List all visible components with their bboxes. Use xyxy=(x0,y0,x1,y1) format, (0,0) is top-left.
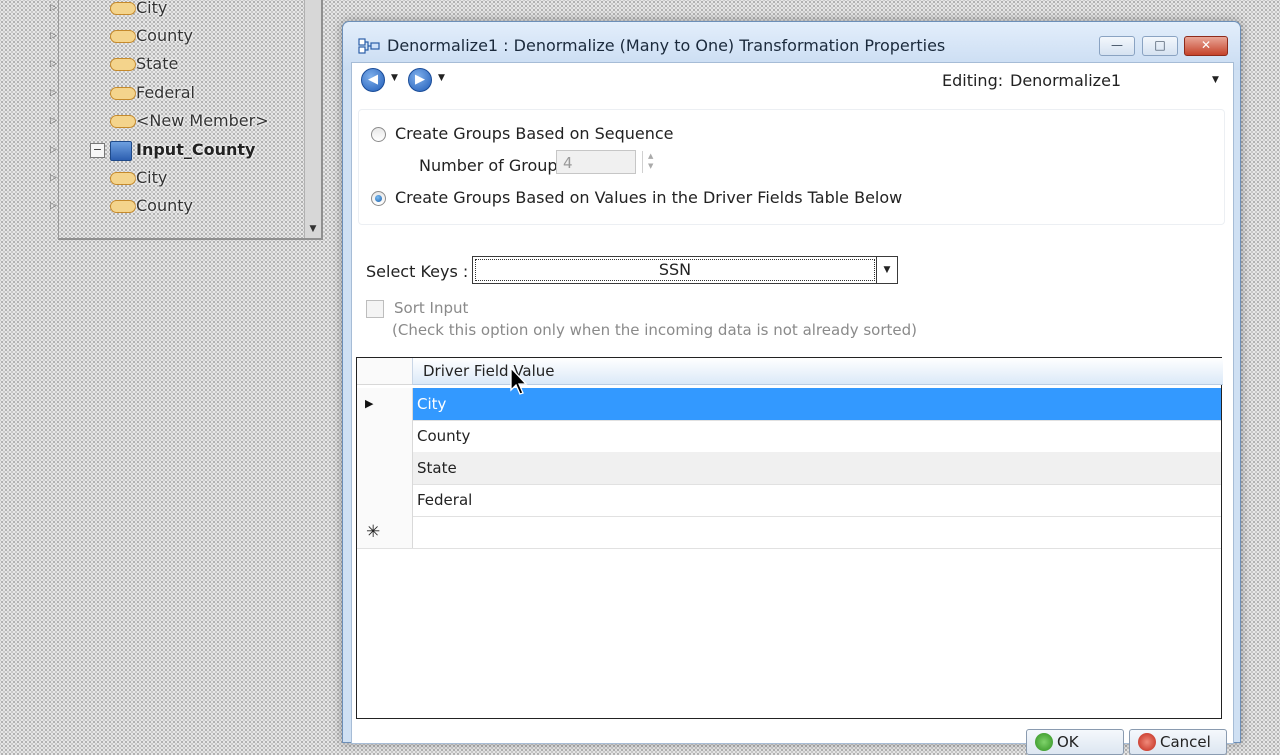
table-row[interactable]: State xyxy=(357,452,1221,485)
tree-item-label: <New Member> xyxy=(136,111,269,130)
radio-label-sequence: Create Groups Based on Sequence xyxy=(395,124,674,143)
sort-input-checkbox[interactable] xyxy=(366,300,384,318)
cell-text: City xyxy=(417,395,447,413)
maximize-button[interactable]: □ xyxy=(1142,36,1178,56)
driver-fields-grid[interactable]: Driver Field Value ▶ City County State F… xyxy=(356,357,1223,719)
tree-item-federal[interactable]: ▷ Federal xyxy=(0,81,320,105)
field-icon xyxy=(110,30,136,43)
row-header[interactable]: ▶ xyxy=(357,388,413,420)
select-keys-dropdown[interactable]: SSN ▼ xyxy=(472,256,898,284)
sort-input-label: Sort Input xyxy=(394,299,469,317)
collapse-toggle-icon[interactable]: − xyxy=(90,143,105,158)
expand-arrow-icon[interactable]: ▷ xyxy=(50,115,62,127)
number-of-groups-spinner[interactable]: ▲ ▼ xyxy=(642,151,662,173)
minimize-button[interactable]: — xyxy=(1099,36,1135,56)
row-header[interactable] xyxy=(357,420,413,452)
new-row-icon: ✳ xyxy=(366,522,381,542)
table-cell[interactable]: City xyxy=(413,388,1221,420)
radio-group-by-values[interactable] xyxy=(371,191,386,206)
editing-label: Editing: xyxy=(942,71,1004,90)
expand-arrow-icon[interactable]: ▷ xyxy=(50,58,62,70)
table-row[interactable]: ▶ City xyxy=(357,388,1221,421)
cell-text: State xyxy=(417,459,457,477)
tree-item-new-member[interactable]: ▷ <New Member> xyxy=(0,109,320,133)
expand-arrow-icon[interactable]: ▷ xyxy=(50,144,62,156)
scroll-down-arrow-icon[interactable]: ▼ xyxy=(305,222,321,236)
close-button[interactable]: ✕ xyxy=(1184,36,1228,56)
tree-item-input-county[interactable]: ▷ − Input_County xyxy=(0,138,320,162)
column-header[interactable]: Driver Field Value xyxy=(412,358,1223,385)
expand-arrow-icon[interactable]: ▷ xyxy=(50,87,62,99)
radio-group-by-sequence[interactable] xyxy=(371,127,386,142)
expand-arrow-icon[interactable]: ▷ xyxy=(50,200,62,212)
row-header[interactable] xyxy=(357,484,413,516)
transform-icon xyxy=(358,38,380,54)
cancel-icon xyxy=(1138,733,1156,751)
field-icon xyxy=(110,2,136,15)
ok-button[interactable]: OK xyxy=(1026,729,1124,755)
tree-item-county[interactable]: ▷ County xyxy=(0,24,320,48)
table-cell[interactable]: State xyxy=(413,452,1221,484)
spin-up-icon[interactable]: ▲ xyxy=(648,152,653,160)
dialog-title: Denormalize1 : Denormalize (Many to One)… xyxy=(387,36,946,55)
sort-input-note: (Check this option only when the incomin… xyxy=(392,321,917,339)
dialog-content: ◀ ▼ ▶ ▼ Editing: Denormalize1 ▼ Create G… xyxy=(351,62,1234,755)
group-icon xyxy=(110,141,132,161)
tree-item-city[interactable]: ▷ City xyxy=(0,0,320,20)
tree-item-city[interactable]: ▷ City xyxy=(0,166,320,190)
tree-item-label: City xyxy=(136,0,168,17)
cancel-button[interactable]: Cancel xyxy=(1129,729,1227,755)
field-icon xyxy=(110,115,136,128)
table-cell[interactable] xyxy=(413,516,1221,548)
forward-arrow-icon[interactable]: ▶ xyxy=(408,68,432,92)
row-header[interactable]: ✳ xyxy=(357,516,413,548)
field-icon xyxy=(110,87,136,100)
mouse-cursor-icon xyxy=(510,367,528,395)
tree-item-state[interactable]: ▷ State xyxy=(0,52,320,76)
editing-value: Denormalize1 xyxy=(1010,71,1122,90)
grid-corner xyxy=(357,358,412,385)
table-row[interactable]: Federal xyxy=(357,484,1221,517)
row-pointer-icon: ▶ xyxy=(365,397,374,410)
tree-item-label: Federal xyxy=(136,83,195,102)
radio-label-values: Create Groups Based on Values in the Dri… xyxy=(395,188,903,207)
back-dropdown-icon[interactable]: ▼ xyxy=(391,73,398,83)
tree-item-label: County xyxy=(136,196,193,215)
row-header[interactable] xyxy=(357,452,413,484)
table-cell[interactable]: Federal xyxy=(413,484,1221,516)
grouping-options: Create Groups Based on Sequence Number o… xyxy=(358,109,1225,225)
cancel-button-label: Cancel xyxy=(1160,733,1211,751)
new-row[interactable]: ✳ xyxy=(357,516,1221,549)
expand-arrow-icon[interactable]: ▷ xyxy=(50,172,62,184)
editing-dropdown-icon[interactable]: ▼ xyxy=(1212,75,1219,85)
table-cell[interactable]: County xyxy=(413,420,1221,452)
tree-item-county[interactable]: ▷ County xyxy=(0,194,320,218)
select-keys-label: Select Keys : xyxy=(366,262,469,281)
ok-button-label: OK xyxy=(1057,733,1079,751)
spin-down-icon[interactable]: ▼ xyxy=(648,162,653,170)
column-header-label: Driver Field Value xyxy=(423,362,555,380)
cell-text: Federal xyxy=(417,491,473,509)
expand-arrow-icon[interactable]: ▷ xyxy=(50,30,62,42)
tree-item-label: Input_County xyxy=(136,140,256,159)
checkmark-icon xyxy=(1035,733,1053,751)
tree-item-label: State xyxy=(136,54,179,73)
properties-dialog: Denormalize1 : Denormalize (Many to One)… xyxy=(342,21,1241,755)
forward-dropdown-icon[interactable]: ▼ xyxy=(438,73,445,83)
toolbar: ◀ ▼ ▶ ▼ Editing: Denormalize1 ▼ xyxy=(352,63,1233,97)
field-icon xyxy=(110,200,136,213)
field-icon xyxy=(110,172,136,185)
table-row[interactable]: County xyxy=(357,420,1221,453)
number-of-groups-input[interactable]: 4 xyxy=(556,150,636,174)
dropdown-arrow-icon[interactable]: ▼ xyxy=(876,257,897,283)
number-of-groups-label: Number of Groups xyxy=(419,156,566,175)
select-keys-value: SSN xyxy=(475,259,875,281)
tree-item-label: County xyxy=(136,26,193,45)
expand-arrow-icon[interactable]: ▷ xyxy=(50,2,62,14)
field-icon xyxy=(110,58,136,71)
back-arrow-icon[interactable]: ◀ xyxy=(361,68,385,92)
cell-text: County xyxy=(417,427,471,445)
tree-item-label: City xyxy=(136,168,168,187)
